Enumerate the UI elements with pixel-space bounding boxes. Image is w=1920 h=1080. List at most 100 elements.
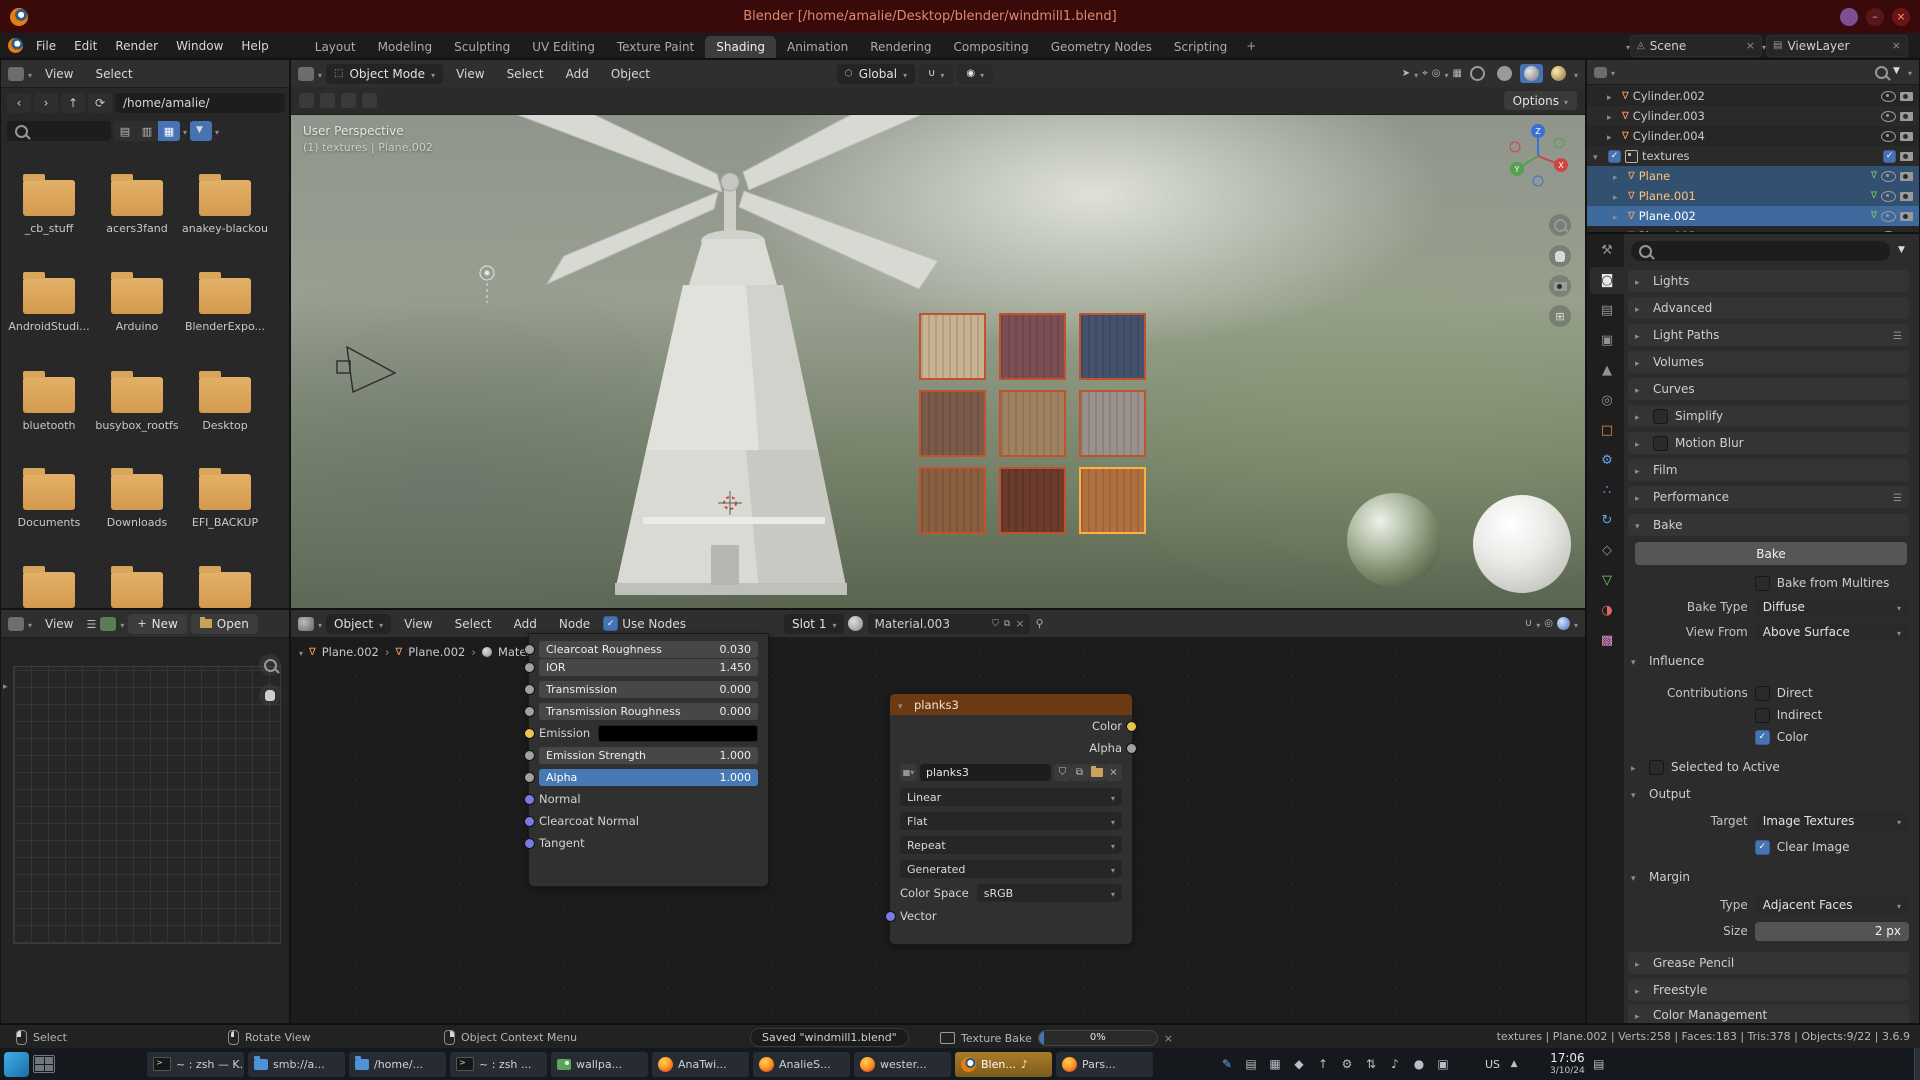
file-browser-menu-view[interactable]: View [36,64,82,84]
shader-editor-icon[interactable] [298,617,314,631]
properties-filter-icon[interactable] [1897,246,1909,256]
indirect-checkbox[interactable] [1755,708,1770,723]
task-button-terminal-2[interactable]: ~ : zsh ... [450,1052,547,1077]
use-nodes-checkbox[interactable] [603,616,618,631]
disable-render-icon[interactable] [1900,212,1913,221]
folder-item[interactable]: acers3fand [94,172,180,235]
tray-settings-icon[interactable]: ⚙ [1337,1057,1357,1071]
disable-render-icon[interactable] [1900,92,1913,101]
panel-motion-blur[interactable]: Motion Blur [1628,432,1909,454]
outliner-filter-icon[interactable] [1892,67,1904,77]
target-dropdown[interactable]: Image Textures [1755,812,1909,831]
open-image-button[interactable]: Open [191,614,258,634]
outliner-search-icon[interactable] [1875,66,1888,79]
texture-plane-4[interactable] [919,390,986,457]
principled-bsdf-node[interactable]: Clearcoat Roughness0.030 IOR1.450 Transm… [528,633,769,887]
mirror-y-toggle[interactable] [341,93,356,108]
clock[interactable]: 17:06 3/10/24 [1550,1052,1585,1076]
mirror-x-toggle[interactable] [320,93,335,108]
fake-user-shield-icon[interactable]: ⛉ [1054,764,1071,781]
unlink-material-icon[interactable] [1015,617,1024,630]
image-menu-view[interactable]: View [36,614,82,634]
open-image-icon[interactable] [1088,764,1105,781]
expand-icon[interactable] [1607,89,1618,103]
task-button-firefox-2[interactable]: AnalieS... [753,1052,850,1077]
disable-render-icon[interactable] [1900,112,1913,121]
options-dropdown[interactable]: Options [1504,91,1577,110]
xray-toggle-icon[interactable]: ▦ [1453,68,1462,79]
outliner-row-active[interactable]: Plane.002 [1587,206,1919,226]
hide-eye-icon[interactable] [1881,111,1896,122]
shading-material-preview-button[interactable] [1520,64,1543,83]
window-keep-above-button[interactable] [1840,8,1858,26]
tray-usb-icon[interactable]: ↑ [1313,1057,1333,1071]
view-mode-thumbnails[interactable]: ▦ [158,121,180,141]
file-browser-editor-icon[interactable] [8,67,24,81]
tab-output[interactable]: ▤ [1590,297,1624,324]
window-minimize-button[interactable] [1866,8,1884,26]
expand-icon[interactable] [1613,189,1624,203]
workspace-tab-uv-editing[interactable]: UV Editing [521,36,606,58]
tray-display-icon[interactable]: ▣ [1433,1057,1453,1071]
tray-expand-caret-icon[interactable]: ▲ [1504,1059,1524,1069]
zoom-tool-icon[interactable] [259,654,281,676]
pan-hand-icon[interactable] [1549,245,1571,267]
chevron-down-icon[interactable] [1445,67,1449,81]
shading-solid-button[interactable] [1493,64,1516,83]
projection-dropdown[interactable]: Flat [900,812,1122,830]
chevron-down-icon[interactable] [1414,67,1418,81]
folder-item[interactable]: Downloads [94,466,180,529]
folder-item[interactable]: busybox_rootfs [94,369,180,432]
tab-texture[interactable]: ▩ [1590,627,1624,654]
menu-window[interactable]: Window [167,36,232,56]
new-image-button[interactable]: +New [128,614,186,634]
panel-advanced[interactable]: Advanced [1628,297,1909,319]
shading-wireframe-button[interactable] [1466,64,1489,83]
transmission-roughness-slider[interactable]: Transmission Roughness0.000 [539,703,758,720]
folder-item-partial[interactable] [6,564,92,608]
outliner-row-selected[interactable]: Plane.001 [1587,186,1919,206]
tray-mic-icon[interactable]: ● [1409,1057,1429,1071]
image-browse-button[interactable]: ▦ [900,764,917,781]
tray-kdeconnect-icon[interactable]: ◆ [1289,1057,1309,1071]
output-subpanel-header[interactable]: Output [1631,783,1909,805]
nav-forward-button[interactable]: › [34,93,58,113]
tool-settings-icon[interactable] [299,93,314,108]
task-button-smb[interactable]: smb://a... [248,1052,345,1077]
viewport-menu-object[interactable]: Object [602,64,659,84]
panel-volumes[interactable]: Volumes [1628,351,1909,373]
panel-freestyle[interactable]: Freestyle [1628,979,1909,1001]
region-toggle-arrow[interactable] [3,678,14,692]
editor-type-chevron-icon[interactable] [318,67,322,81]
material-icon[interactable] [848,616,863,631]
clear-image-checkbox[interactable] [1755,840,1770,855]
viewport-menu-add[interactable]: Add [557,64,598,84]
workspace-tab-shading[interactable]: Shading [705,36,776,58]
fake-user-shield-icon[interactable]: ⛉ [992,619,999,629]
workspace-tab-modeling[interactable]: Modeling [367,36,444,58]
editor-type-chevron-icon[interactable] [28,67,32,81]
task-button-terminal-1[interactable]: ~ : zsh — K... [147,1052,244,1077]
copy-image-icon[interactable]: ⧉ [1071,764,1088,781]
view-mode-list-horizontal[interactable]: ▥ [136,121,158,141]
image-editor-icon[interactable] [8,617,24,631]
zoom-tool-icon[interactable] [1549,214,1571,236]
unlink-image-icon[interactable]: × [1105,764,1122,781]
tab-physics[interactable]: ↻ [1590,507,1624,534]
viewlayer-selector[interactable]: ▤ ViewLayer [1766,35,1908,57]
task-button-firefox-1[interactable]: AnaTwi... [652,1052,749,1077]
shading-rendered-button[interactable] [1547,64,1570,83]
texture-plane-9-active[interactable] [1079,467,1146,534]
tab-scene[interactable]: ▲ [1590,357,1624,384]
disable-render-icon[interactable] [1900,172,1913,181]
folder-item[interactable]: BlenderExpo... [182,270,268,333]
workspace-tab-rendering[interactable]: Rendering [859,36,942,58]
shader-menu-node[interactable]: Node [550,614,599,634]
outliner-row[interactable]: Cylinder.004 [1587,126,1919,146]
simplify-checkbox[interactable] [1653,409,1668,424]
color-checkbox[interactable] [1755,730,1770,745]
preset-list-icon[interactable] [1893,490,1902,504]
emission-strength-slider[interactable]: Emission Strength1.000 [539,747,758,764]
tray-clipboard-icon[interactable]: ▦ [1265,1057,1285,1071]
folder-item[interactable]: EFI_BACKUP [182,466,268,529]
